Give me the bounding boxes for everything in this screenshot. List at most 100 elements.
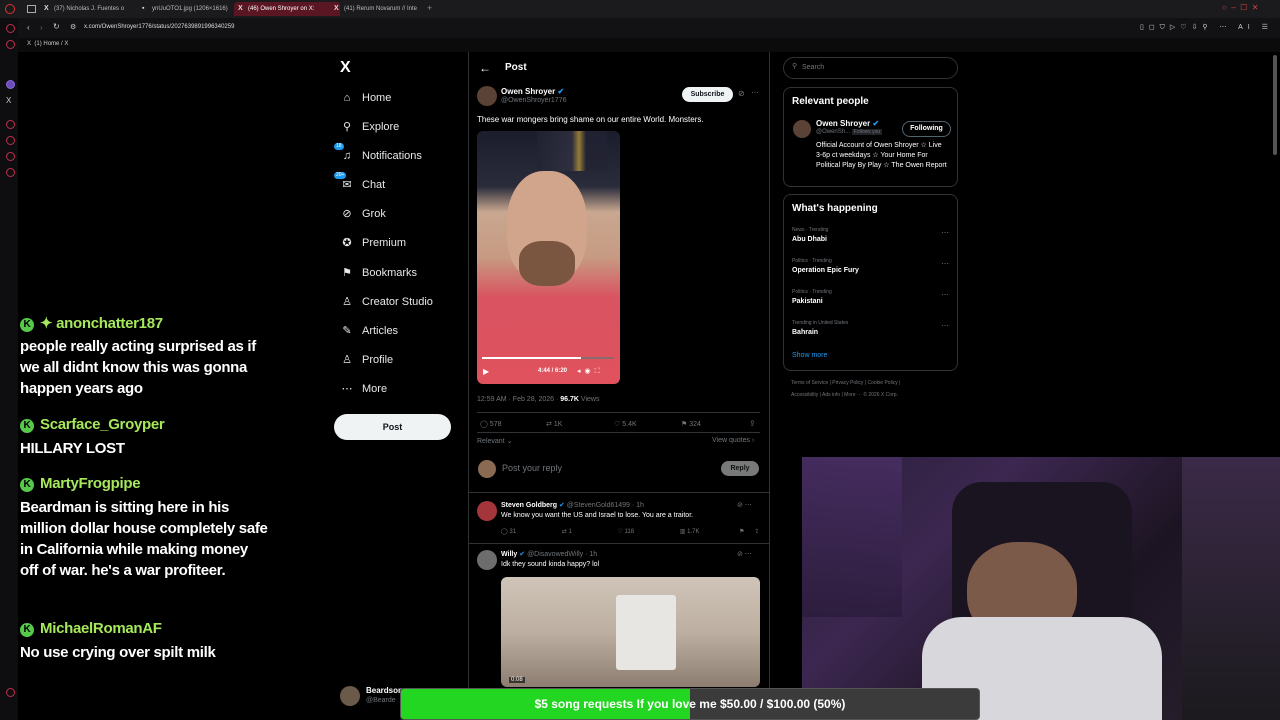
account-name: Beardson: [366, 686, 403, 695]
sort-dropdown[interactable]: Relevant ⌄: [477, 437, 512, 445]
nav-item-profile[interactable]: ♙ Profile: [340, 349, 393, 371]
nav-item-more[interactable]: ⋯ More: [340, 378, 388, 400]
grok-icon: ⊘: [342, 208, 352, 220]
trend-topic[interactable]: Bahrain: [792, 329, 818, 336]
trend-topic[interactable]: Pakistani: [792, 298, 823, 305]
reply-avatar[interactable]: [477, 501, 497, 521]
back-icon[interactable]: ‹: [27, 23, 30, 32]
platform-badge-icon: K: [20, 623, 34, 637]
forward-icon[interactable]: ›: [40, 23, 43, 32]
x-logo[interactable]: X: [340, 59, 351, 77]
panel-icon[interactable]: [6, 152, 15, 161]
video-controls-icons[interactable]: ◂◉⛶: [577, 367, 604, 376]
url-field[interactable]: x.com/OwenShroyer1776/status/20276398919…: [84, 24, 234, 30]
nav-item-grok[interactable]: ⊘ Grok: [340, 203, 386, 225]
nav-item-creator-studio[interactable]: ♙ Creator Studio: [340, 291, 433, 313]
person-bio: Official Account of Owen Shroyer ☆ Live …: [816, 142, 947, 169]
bookmark-icon: ⚑: [342, 267, 352, 279]
reply-video[interactable]: 0:08: [501, 577, 760, 687]
panel-icon[interactable]: [6, 136, 15, 145]
view-quotes-link[interactable]: View quotes ›: [712, 437, 754, 444]
settings-icon[interactable]: [6, 688, 15, 697]
tab-jpg-image[interactable]: ▪ ynUuOTO1.jpg (1206×1616): [138, 2, 244, 16]
reply-input[interactable]: Post your reply: [502, 463, 682, 473]
author-name[interactable]: Owen Shroyer ✔: [501, 87, 564, 96]
trend-more-icon[interactable]: ⋯: [941, 259, 949, 268]
tab-nicholas-fuentes[interactable]: X (37) Nicholas J. Fuentes o: [40, 2, 146, 16]
x-logo-icon[interactable]: X: [6, 96, 11, 105]
site-info-icon[interactable]: ⚙: [70, 23, 76, 31]
author-handle[interactable]: @OwenShroyer1776: [501, 97, 566, 104]
bookmark-x-home[interactable]: X (1) Home / X: [27, 41, 68, 47]
reply-button[interactable]: Reply: [721, 461, 759, 476]
chat-username-text: MartyFrogpipe: [40, 475, 141, 492]
browser-toolbar-icons[interactable]: ▯◻⛉▷♡⇩⚲ ⋯ AI ☰: [1140, 23, 1273, 32]
panel-icon[interactable]: [6, 120, 15, 129]
footer-links[interactable]: Terms of Service | Privacy Policy | Cook…: [791, 380, 900, 386]
following-button[interactable]: Following: [902, 121, 951, 137]
nav-item-articles[interactable]: ✎ Articles: [340, 320, 398, 342]
video-time: 4:44 / 6:20: [538, 368, 568, 374]
trend-more-icon[interactable]: ⋯: [941, 290, 949, 299]
video-progress[interactable]: [482, 357, 614, 359]
nav-item-bookmarks[interactable]: ⚑ Bookmarks: [340, 262, 417, 284]
repost-action[interactable]: ⇄ 1K: [546, 420, 562, 428]
post-button[interactable]: Post: [334, 414, 451, 440]
back-arrow-icon[interactable]: ←: [479, 61, 491, 75]
x-logo-icon: X: [44, 5, 49, 12]
play-icon[interactable]: ▶: [483, 367, 489, 376]
person-name[interactable]: Owen Shroyer ✔: [816, 119, 879, 128]
author-avatar[interactable]: [477, 86, 497, 106]
share-icon[interactable]: ⇪: [749, 419, 756, 428]
reply-avatar[interactable]: [477, 550, 497, 570]
panel-icon[interactable]: [6, 40, 15, 49]
nav-item-explore[interactable]: ⚲ Explore: [340, 116, 399, 138]
tab-overview-icon[interactable]: [27, 5, 36, 13]
chat-message: HILLARY LOST: [20, 440, 125, 457]
nav-item-home[interactable]: ⌂ Home: [340, 87, 392, 109]
relevant-people-title: Relevant people: [792, 96, 869, 107]
nav-item-premium[interactable]: ✪ Premium: [340, 232, 406, 254]
home-icon: ⌂: [343, 92, 351, 104]
new-tab-icon[interactable]: +: [427, 3, 432, 13]
trend-topic[interactable]: Abu Dhabi: [792, 236, 827, 243]
nav-label: Articles: [362, 325, 399, 337]
browser-logo-icon[interactable]: [5, 4, 15, 14]
tab-rerum-novarum[interactable]: X (41) Rerum Novarum // Inte: [330, 2, 436, 16]
nav-label: Grok: [362, 208, 386, 220]
footer-links-2[interactable]: Accessibility | Ads info | More ··· © 20…: [791, 392, 898, 398]
reply-action[interactable]: ◯ 578: [480, 420, 501, 428]
panel-icon[interactable]: [6, 168, 15, 177]
person-avatar[interactable]: [793, 120, 811, 138]
reply-menu-icons[interactable]: ⊘ ⋯: [737, 501, 752, 509]
page-scrollbar[interactable]: [1273, 55, 1277, 155]
nav-item-chat[interactable]: ✉ 20+ Chat: [334, 172, 385, 196]
bookmark-action[interactable]: ⚑ 324: [681, 420, 701, 428]
like-icon: ♡: [614, 421, 621, 428]
more-icon: ⋯: [341, 383, 353, 395]
nav-item-notifications[interactable]: ♫ 18 Notifications: [334, 143, 422, 167]
trend-topic[interactable]: Operation Epic Fury: [792, 267, 859, 274]
window-controls[interactable]: ○ – ☐ ✕: [1222, 3, 1259, 12]
reply-actions[interactable]: ◯ 31 ⇄ 1 ♡ 118 ▥ 1.7K ⚑ ⇪: [501, 528, 761, 535]
subscribe-button[interactable]: Subscribe: [682, 87, 733, 102]
verified-icon: ✔: [558, 502, 565, 509]
more-options-icon[interactable]: ⋯: [751, 88, 759, 97]
panel-icon[interactable]: [6, 24, 15, 33]
search-input[interactable]: ⚲ Search: [783, 57, 958, 79]
page-title: Post: [505, 62, 527, 73]
like-action[interactable]: ♡ 5.4K: [614, 420, 637, 428]
reply-author[interactable]: Willy ✔ @DisavowedWilly · 1h: [501, 550, 597, 558]
tab-owen-shroyer[interactable]: X (46) Owen Shroyer on X:: [234, 2, 340, 16]
show-more-link[interactable]: Show more: [792, 352, 827, 359]
grok-icon[interactable]: ⊘: [738, 89, 745, 98]
reply-menu-icons[interactable]: ⊘ ⋯: [737, 550, 752, 558]
trend-more-icon[interactable]: ⋯: [941, 321, 949, 330]
messenger-icon[interactable]: [6, 80, 15, 89]
trend-context: Politics · Trending: [792, 289, 832, 295]
reload-icon[interactable]: ↻: [53, 22, 60, 31]
trend-more-icon[interactable]: ⋯: [941, 228, 949, 237]
post-video[interactable]: ▶ 4:44 / 6:20 ◂◉⛶: [477, 131, 620, 384]
nav-label: Home: [362, 92, 392, 104]
reply-author[interactable]: Steven Goldberg ✔ @StevenGold61499 · 1h: [501, 501, 644, 509]
